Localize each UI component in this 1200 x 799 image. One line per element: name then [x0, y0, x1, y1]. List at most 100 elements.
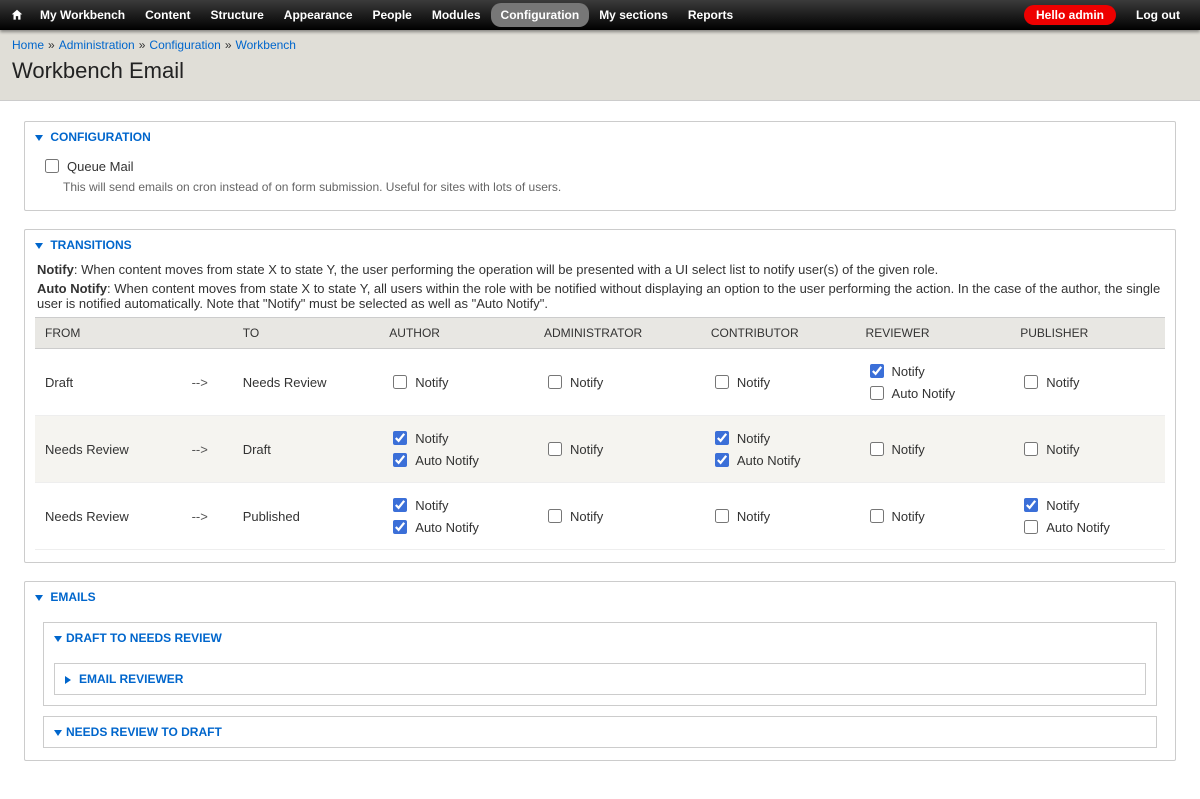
- breadcrumb-link[interactable]: Workbench: [236, 38, 296, 52]
- notify-option[interactable]: Notify: [389, 428, 524, 448]
- auto-notify-option[interactable]: Auto Notify: [1020, 517, 1155, 537]
- chevron-down-icon: [35, 135, 43, 141]
- breadcrumb-link[interactable]: Administration: [59, 38, 135, 52]
- notify-checkbox[interactable]: [1024, 442, 1038, 456]
- notify-checkbox[interactable]: [870, 442, 884, 456]
- role-cell: Notify: [1010, 416, 1165, 483]
- legend-emails[interactable]: Emails: [25, 582, 1175, 612]
- toolbar-item-modules[interactable]: Modules: [422, 3, 491, 27]
- toolbar-item-reports[interactable]: Reports: [678, 3, 743, 27]
- notify-option[interactable]: Notify: [866, 439, 1001, 459]
- auto-notify-option[interactable]: Auto Notify: [389, 517, 524, 537]
- legend-label: Email Reviewer: [79, 672, 183, 686]
- notify-label: Notify: [415, 375, 448, 390]
- arrow-cell: -->: [182, 483, 233, 550]
- notify-checkbox[interactable]: [548, 509, 562, 523]
- toolbar-item-my-sections[interactable]: My sections: [589, 3, 678, 27]
- role-cell: Notify: [701, 349, 856, 416]
- notify-checkbox[interactable]: [715, 509, 729, 523]
- toolbar-item-configuration[interactable]: Configuration: [491, 3, 590, 27]
- toolbar-item-people[interactable]: People: [363, 3, 422, 27]
- queue-mail-checkbox[interactable]: [45, 159, 59, 173]
- role-cell: Notify: [534, 416, 701, 483]
- toolbar-item-content[interactable]: Content: [135, 3, 200, 27]
- legend-configuration-label: Configuration: [50, 130, 150, 144]
- admin-toolbar: My WorkbenchContentStructureAppearancePe…: [0, 0, 1200, 30]
- notify-option[interactable]: Notify: [389, 372, 524, 392]
- toolbar-item-appearance[interactable]: Appearance: [274, 3, 363, 27]
- notify-label: Notify: [570, 442, 603, 457]
- legend-label: Needs Review to Draft: [66, 725, 222, 739]
- to-cell: Published: [233, 483, 380, 550]
- notify-checkbox[interactable]: [393, 375, 407, 389]
- table-header: [182, 318, 233, 349]
- table-row: Needs Review-->PublishedNotifyAuto Notif…: [35, 483, 1165, 550]
- legend-email-transition[interactable]: Needs Review to Draft: [44, 717, 1156, 747]
- queue-mail-option[interactable]: Queue Mail: [41, 156, 1165, 176]
- notify-checkbox[interactable]: [1024, 498, 1038, 512]
- logout-link[interactable]: Log out: [1126, 3, 1190, 27]
- notify-checkbox[interactable]: [548, 375, 562, 389]
- table-header: CONTRIBUTOR: [701, 318, 856, 349]
- notify-option[interactable]: Notify: [389, 495, 524, 515]
- breadcrumb-separator: »: [225, 38, 232, 52]
- notify-option[interactable]: Notify: [1020, 495, 1155, 515]
- notify-checkbox[interactable]: [1024, 375, 1038, 389]
- role-cell: Notify Auto Notify: [379, 416, 534, 483]
- to-cell: Needs Review: [233, 349, 380, 416]
- auto-notify-checkbox[interactable]: [870, 386, 884, 400]
- chevron-down-icon: [54, 730, 62, 736]
- auto-notify-label: Auto Notify: [415, 520, 479, 535]
- breadcrumb-link[interactable]: Configuration: [149, 38, 220, 52]
- notify-help: Notify: When content moves from state X …: [35, 262, 1165, 277]
- auto-notify-checkbox[interactable]: [393, 453, 407, 467]
- notify-label: Notify: [892, 364, 925, 379]
- notify-label: Notify: [1046, 498, 1079, 513]
- notify-option[interactable]: Notify: [544, 439, 691, 459]
- role-cell: Notify: [379, 349, 534, 416]
- notify-checkbox[interactable]: [715, 375, 729, 389]
- notify-checkbox[interactable]: [393, 431, 407, 445]
- notify-checkbox[interactable]: [393, 498, 407, 512]
- auto-notify-checkbox[interactable]: [715, 453, 729, 467]
- notify-option[interactable]: Notify: [544, 506, 691, 526]
- auto-notify-option[interactable]: Auto Notify: [389, 450, 524, 470]
- fieldset-email-transition: Draft to Needs Review Email Reviewer: [43, 622, 1157, 706]
- notify-option[interactable]: Notify: [866, 506, 1001, 526]
- chevron-down-icon: [35, 595, 43, 601]
- notify-option[interactable]: Notify: [1020, 439, 1155, 459]
- home-icon[interactable]: [10, 8, 24, 22]
- hello-badge[interactable]: Hello admin: [1024, 5, 1116, 25]
- notify-checkbox[interactable]: [870, 509, 884, 523]
- auto-notify-checkbox[interactable]: [1024, 520, 1038, 534]
- breadcrumb-link[interactable]: Home: [12, 38, 44, 52]
- notify-checkbox[interactable]: [548, 442, 562, 456]
- legend-email-role[interactable]: Email Reviewer: [55, 664, 1145, 694]
- notify-checkbox[interactable]: [715, 431, 729, 445]
- page-header: Home»Administration»Configuration»Workbe…: [0, 30, 1200, 101]
- toolbar-item-my-workbench[interactable]: My Workbench: [30, 3, 135, 27]
- table-header: REVIEWER: [856, 318, 1011, 349]
- role-cell: Notify: [534, 483, 701, 550]
- notify-checkbox[interactable]: [870, 364, 884, 378]
- table-header: AUTHOR: [379, 318, 534, 349]
- legend-transitions[interactable]: Transitions: [25, 230, 1175, 260]
- notify-option[interactable]: Notify: [711, 372, 846, 392]
- auto-notify-option[interactable]: Auto Notify: [866, 383, 1001, 403]
- role-cell: NotifyAuto Notify: [701, 416, 856, 483]
- auto-notify-option[interactable]: Auto Notify: [711, 450, 846, 470]
- table-header: TO: [233, 318, 380, 349]
- auto-notify-checkbox[interactable]: [393, 520, 407, 534]
- notify-label: Notify: [570, 375, 603, 390]
- notify-option[interactable]: Notify: [1020, 372, 1155, 392]
- breadcrumb-separator: »: [139, 38, 146, 52]
- legend-configuration[interactable]: Configuration: [25, 122, 1175, 152]
- notify-option[interactable]: Notify: [711, 506, 846, 526]
- legend-email-transition[interactable]: Draft to Needs Review: [44, 623, 1156, 653]
- notify-option[interactable]: Notify: [866, 361, 1001, 381]
- notify-option[interactable]: Notify: [711, 428, 846, 448]
- notify-label: Notify: [415, 431, 448, 446]
- toolbar-item-structure[interactable]: Structure: [200, 3, 273, 27]
- auto-notify-label: Auto Notify: [892, 386, 956, 401]
- notify-option[interactable]: Notify: [544, 372, 691, 392]
